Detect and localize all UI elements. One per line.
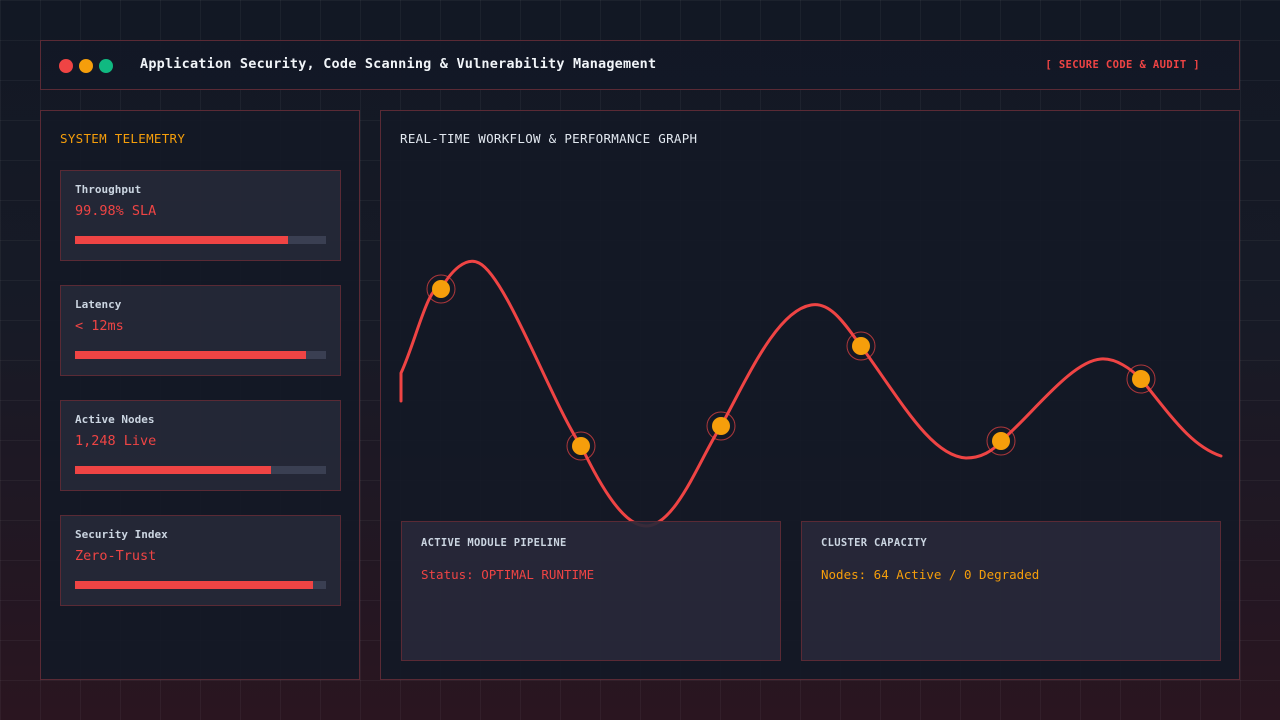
- pipeline-status: Status: OPTIMAL RUNTIME: [421, 567, 595, 582]
- pipeline-title: ACTIVE MODULE PIPELINE: [421, 537, 567, 549]
- metric-value: 1,248 Live: [75, 433, 157, 449]
- metric-label: Latency: [75, 298, 122, 311]
- node-marker[interactable]: [846, 331, 876, 361]
- metric-card-active-nodes: Active Nodes 1,248 Live: [60, 400, 341, 491]
- node-marker[interactable]: [706, 411, 736, 441]
- metric-label: Active Nodes: [75, 413, 155, 426]
- metric-card-security-index: Security Index Zero-Trust: [60, 515, 341, 606]
- pipeline-card: ACTIVE MODULE PIPELINE Status: OPTIMAL R…: [401, 521, 781, 661]
- metric-card-latency: Latency < 12ms: [60, 285, 341, 376]
- minimize-window-button[interactable]: [79, 59, 93, 73]
- app-title: Application Security, Code Scanning & Vu…: [140, 56, 657, 72]
- progress-fill: [75, 351, 306, 359]
- progress-fill: [75, 581, 314, 589]
- metric-value: Zero-Trust: [75, 548, 157, 564]
- progress-fill: [75, 466, 271, 474]
- graph-title: REAL-TIME WORKFLOW & PERFORMANCE GRAPH: [400, 131, 698, 146]
- telemetry-title: SYSTEM TELEMETRY: [60, 131, 186, 146]
- progress-bar: [75, 351, 326, 359]
- node-markers: [426, 274, 1156, 461]
- progress-bar: [75, 236, 326, 244]
- metric-value: 99.98% SLA: [75, 203, 157, 219]
- progress-bar: [75, 466, 326, 474]
- metric-card-throughput: Throughput 99.98% SLA: [60, 170, 341, 261]
- node-marker[interactable]: [566, 431, 596, 461]
- node-marker[interactable]: [426, 274, 456, 304]
- close-window-button[interactable]: [59, 59, 73, 73]
- capacity-card: CLUSTER CAPACITY Nodes: 64 Active / 0 De…: [801, 521, 1221, 661]
- performance-curve: [399, 259, 1223, 528]
- capacity-status: Nodes: 64 Active / 0 Degraded: [821, 567, 1040, 582]
- metric-value: < 12ms: [75, 318, 124, 334]
- maximize-window-button[interactable]: [99, 59, 113, 73]
- workflow-graph-panel: REAL-TIME WORKFLOW & PERFORMANCE GRAPH A…: [380, 110, 1240, 680]
- capacity-title: CLUSTER CAPACITY: [821, 537, 927, 549]
- title-bar: Application Security, Code Scanning & Vu…: [40, 40, 1240, 90]
- progress-fill: [75, 236, 289, 244]
- metric-label: Security Index: [75, 528, 168, 541]
- audit-badge: [ SECURE CODE & AUDIT ]: [1045, 59, 1200, 71]
- metric-label: Throughput: [75, 183, 142, 196]
- node-marker[interactable]: [986, 426, 1016, 456]
- node-marker[interactable]: [1126, 364, 1156, 394]
- progress-bar: [75, 581, 326, 589]
- telemetry-panel: SYSTEM TELEMETRY Throughput 99.98% SLA L…: [40, 110, 360, 680]
